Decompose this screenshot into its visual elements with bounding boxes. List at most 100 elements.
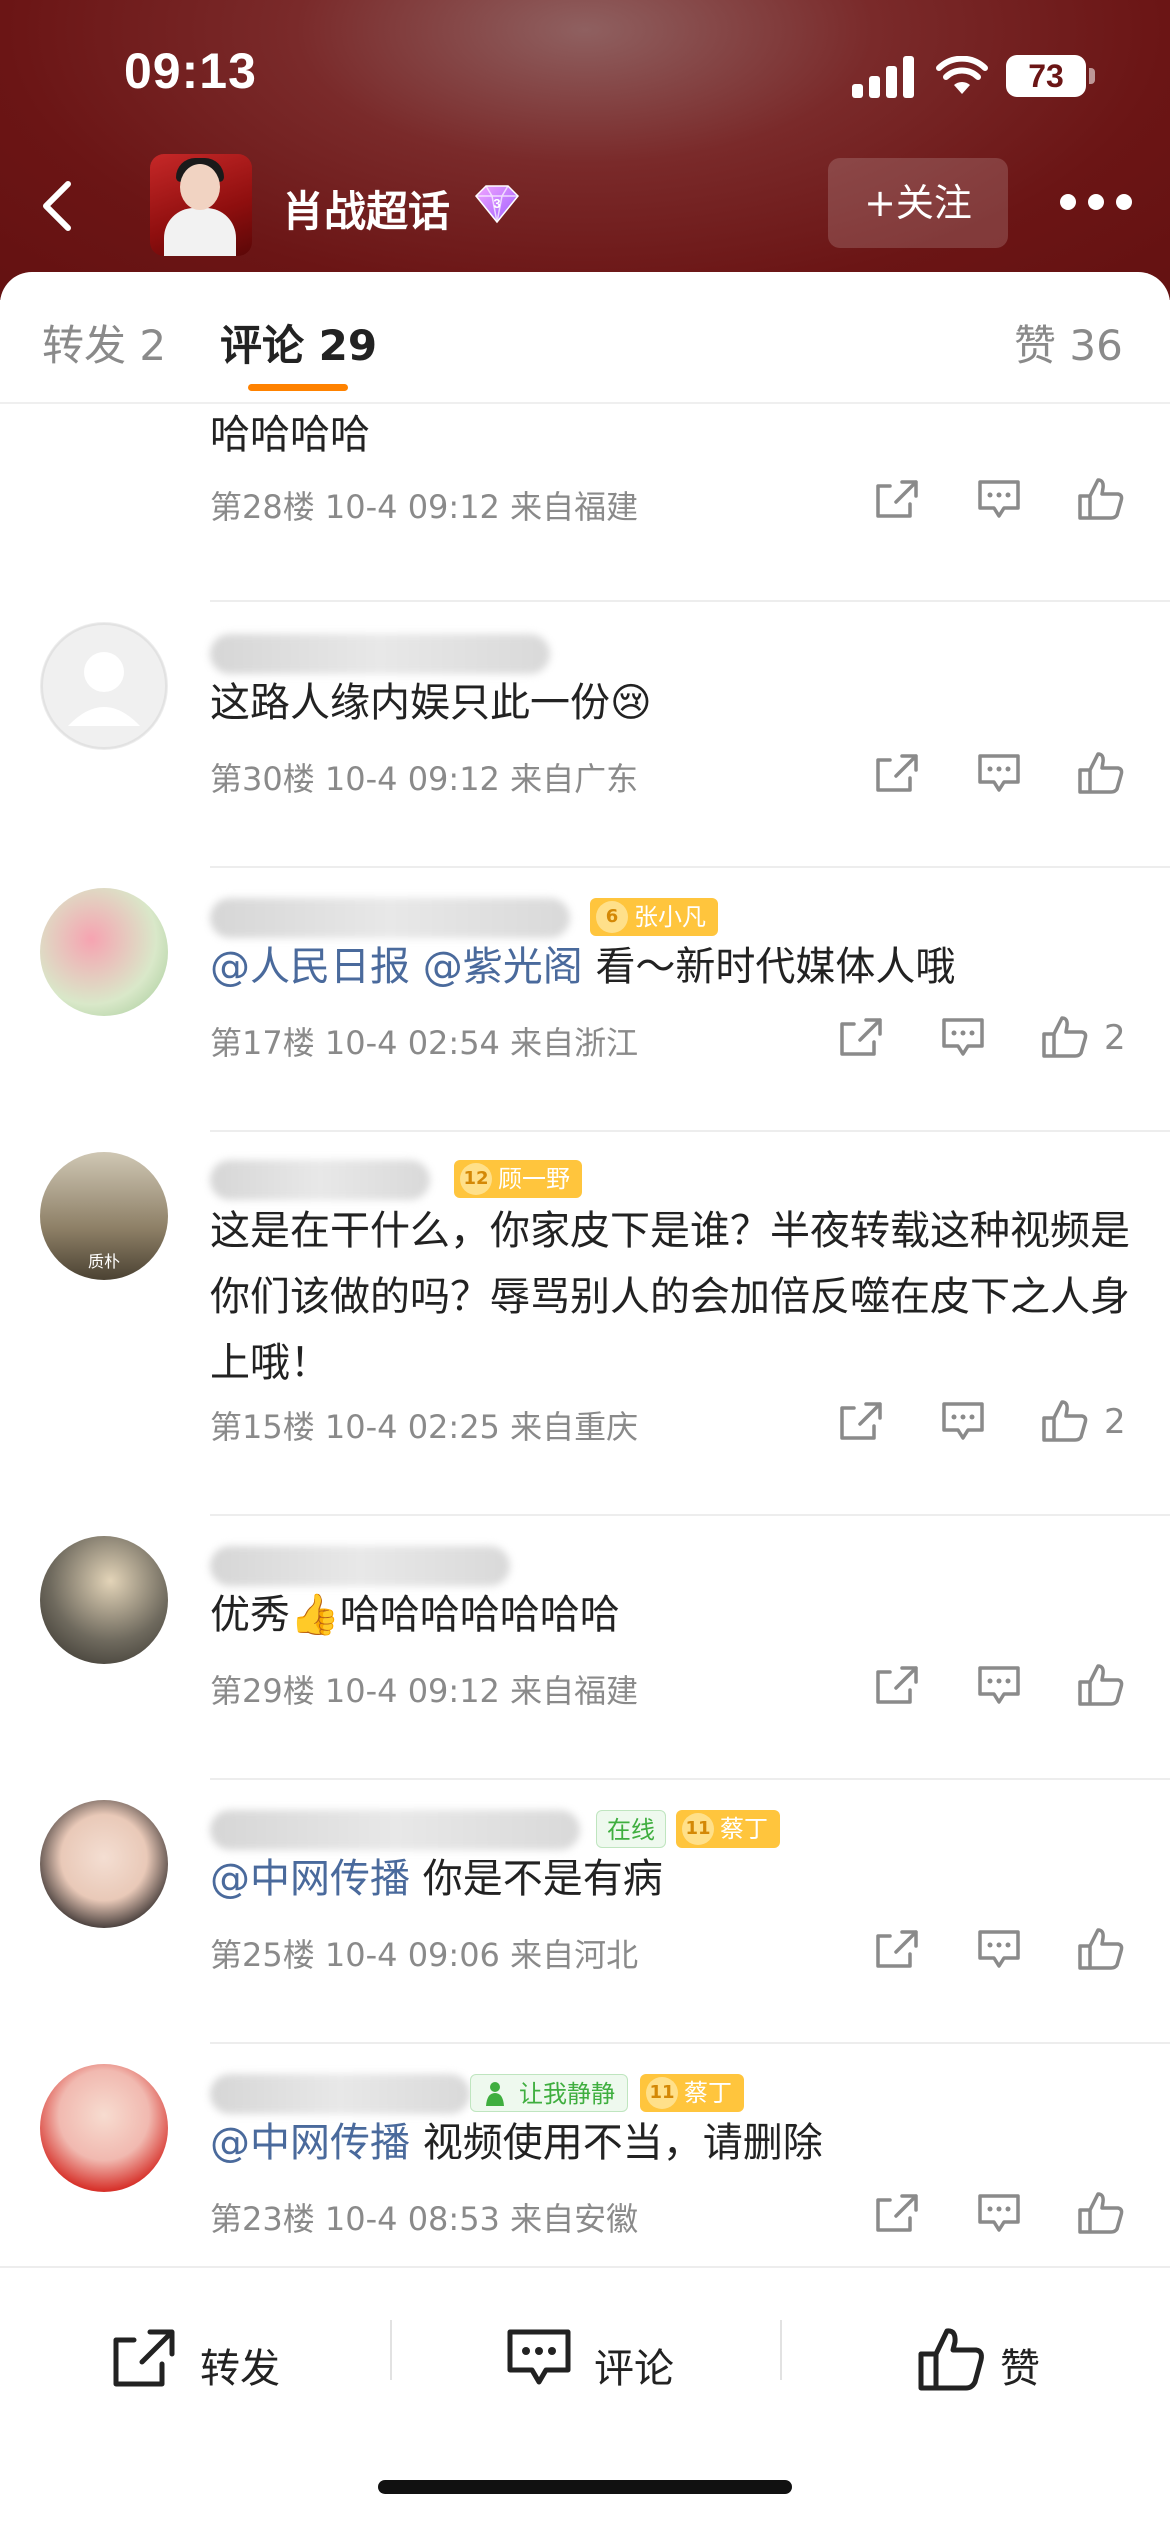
supertopic-title[interactable]: 肖战超话: [282, 178, 450, 239]
like-icon[interactable]: [1076, 2190, 1126, 2236]
bottom-action-bar: 转发 评论 赞: [0, 2266, 1170, 2532]
back-arrow-icon[interactable]: [30, 176, 90, 236]
comment-item: 这路人缘内娱只此一份😢 第30楼 10-4 09:12 来自广东: [0, 604, 1170, 868]
reply-icon[interactable]: [974, 476, 1024, 522]
repost-button[interactable]: 转发: [110, 2318, 310, 2398]
comment-text: 优秀👍哈哈哈哈哈哈哈: [210, 1592, 620, 1638]
person-icon: [486, 2082, 504, 2106]
reply-icon[interactable]: [938, 1014, 988, 1060]
comment-meta: 第17楼 10-4 02:54 来自浙江: [210, 1024, 639, 1062]
like-count: 2: [1104, 1402, 1126, 1442]
comment-meta: 第29楼 10-4 09:12 来自福建: [210, 1672, 639, 1710]
mention-link[interactable]: @中网传播: [210, 1856, 410, 1902]
cellular-signal-icon: [852, 56, 914, 98]
tab-repost[interactable]: 转发 2: [42, 312, 166, 373]
mention-link[interactable]: @中网传播: [210, 2120, 410, 2166]
user-avatar[interactable]: 质朴: [40, 1152, 168, 1280]
user-avatar[interactable]: [40, 2064, 168, 2192]
fan-level-badge: 6 张小凡: [590, 898, 718, 936]
user-avatar[interactable]: [40, 1536, 168, 1664]
home-indicator: [378, 2480, 792, 2494]
like-icon[interactable]: [1040, 1014, 1090, 1060]
comment-text: 这路人缘内娱只此一份😢: [210, 680, 652, 726]
svg-text:3: 3: [493, 196, 500, 211]
comment-item: 质朴 12 顾一野 这是在干什么，你家皮下是谁？半夜转载这种视频是你们该做的吗？辱…: [0, 1132, 1170, 1516]
comment-button[interactable]: 评论: [504, 2318, 704, 2398]
reply-icon[interactable]: [974, 2190, 1024, 2236]
comment-meta: 第23楼 10-4 08:53 来自安徽: [210, 2200, 639, 2238]
repost-icon[interactable]: [872, 1662, 922, 1708]
comment-list[interactable]: 哈哈哈哈 第28楼 10-4 09:12 来自福建 这路人缘内娱只此一份😢 第3…: [0, 406, 1170, 2266]
follow-button[interactable]: +关注: [828, 158, 1008, 248]
reply-icon[interactable]: [974, 1662, 1024, 1708]
divider: [390, 2320, 392, 2380]
repost-icon[interactable]: [872, 750, 922, 796]
reply-icon[interactable]: [974, 1926, 1024, 1972]
status-badge: 让我静静: [470, 2074, 628, 2112]
comment-icon: [507, 2329, 571, 2385]
battery-level: 73: [1006, 55, 1086, 97]
wifi-icon: [936, 56, 988, 94]
comment-text: @中网传播 视频使用不当，请删除: [210, 2120, 823, 2166]
tab-comments[interactable]: 评论 29: [220, 312, 377, 373]
like-icon[interactable]: [1076, 750, 1126, 796]
tab-bar: 转发 2 评论 29 赞 36: [0, 272, 1170, 404]
username-blurred[interactable]: [210, 2074, 470, 2114]
comment-item: 在线 11 蔡丁 @中网传播 你是不是有病 第25楼 10-4 09:06 来自河…: [0, 1780, 1170, 2044]
like-icon[interactable]: [1076, 1926, 1126, 1972]
comment-item: 6 张小凡 @人民日报 @紫光阁 看～新时代媒体人哦 第17楼 10-4 02:5…: [0, 868, 1170, 1132]
repost-icon: [113, 2329, 175, 2387]
divider: [210, 600, 1170, 602]
active-tab-indicator: [248, 384, 348, 391]
comment-item: 优秀👍哈哈哈哈哈哈哈 第29楼 10-4 09:12 来自福建: [0, 1516, 1170, 1780]
comment-item: 哈哈哈哈 第28楼 10-4 09:12 来自福建: [0, 406, 1170, 602]
comment-sheet: 转发 2 评论 29 赞 36 哈哈哈哈 第28楼 10-4 09:12 来自福…: [0, 272, 1170, 2532]
repost-icon[interactable]: [872, 2190, 922, 2236]
username-blurred[interactable]: [210, 1810, 580, 1850]
mention-link[interactable]: @人民日报: [210, 944, 410, 990]
mention-link[interactable]: @紫光阁: [423, 944, 583, 990]
username-blurred[interactable]: [210, 1160, 430, 1200]
battery-tip: [1089, 68, 1095, 84]
divider: [780, 2320, 782, 2380]
tab-likes[interactable]: 赞 36: [1014, 312, 1123, 373]
reply-icon[interactable]: [938, 1398, 988, 1444]
diamond-badge-icon: 3: [474, 185, 520, 224]
repost-icon[interactable]: [872, 476, 922, 522]
more-options-icon[interactable]: [1056, 194, 1136, 218]
fan-level-badge: 11 蔡丁: [640, 2074, 744, 2112]
reply-icon[interactable]: [974, 750, 1024, 796]
comment-text: @人民日报 @紫光阁 看～新时代媒体人哦: [210, 944, 956, 990]
status-time: 09:13: [124, 43, 257, 99]
comment-meta: 第28楼 10-4 09:12 来自福建: [210, 488, 639, 526]
user-avatar[interactable]: [40, 888, 168, 1016]
status-bar: 09:13 73: [0, 0, 1170, 150]
repost-icon[interactable]: [872, 1926, 922, 1972]
like-icon[interactable]: [1076, 1662, 1126, 1708]
like-icon[interactable]: [1040, 1398, 1090, 1444]
username-blurred[interactable]: [210, 1546, 510, 1586]
comment-text: 哈哈哈哈: [210, 412, 370, 458]
comment-item: 让我静静 11 蔡丁 @中网传播 视频使用不当，请删除 第23楼 10-4 08:…: [0, 2044, 1170, 2266]
fan-level-badge: 11 蔡丁: [676, 1810, 780, 1848]
repost-icon[interactable]: [836, 1014, 886, 1060]
like-count: 2: [1104, 1018, 1126, 1058]
header-background: 09:13 73 肖战超话 3 +关注: [0, 0, 1170, 300]
nav-bar: 肖战超话 3 +关注: [0, 150, 1170, 260]
online-status-badge: 在线: [596, 1810, 666, 1848]
username-blurred[interactable]: [210, 898, 570, 938]
comment-meta: 第25楼 10-4 09:06 来自河北: [210, 1936, 639, 1974]
like-icon: [918, 2328, 984, 2391]
repost-icon[interactable]: [836, 1398, 886, 1444]
default-avatar[interactable]: [40, 622, 168, 750]
comment-text: @中网传播 你是不是有病: [210, 1856, 663, 1902]
comment-meta: 第15楼 10-4 02:25 来自重庆: [210, 1408, 639, 1446]
like-icon[interactable]: [1076, 476, 1126, 522]
comment-meta: 第30楼 10-4 09:12 来自广东: [210, 760, 639, 798]
comment-text: 这是在干什么，你家皮下是谁？半夜转载这种视频是你们该做的吗？辱骂别人的会加倍反噬…: [210, 1208, 1130, 1386]
fan-level-badge: 12 顾一野: [454, 1160, 582, 1198]
username-blurred[interactable]: [210, 634, 550, 674]
user-avatar[interactable]: [40, 1800, 168, 1928]
supertopic-avatar[interactable]: [150, 154, 252, 256]
like-button[interactable]: 赞: [916, 2318, 1076, 2398]
